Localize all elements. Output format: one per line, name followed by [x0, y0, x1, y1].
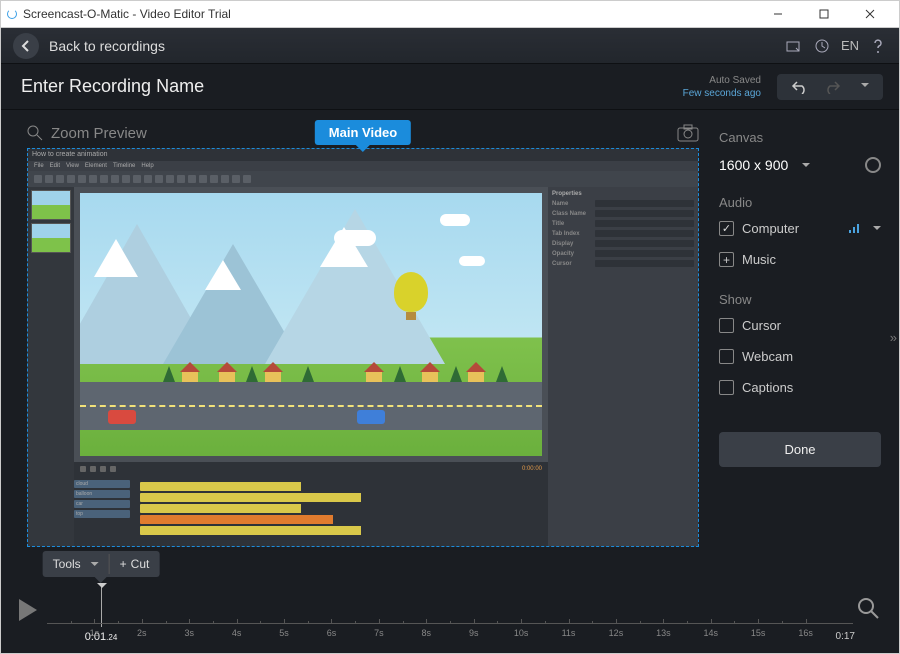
tick-label: 1s [90, 628, 100, 638]
undo-button[interactable] [791, 80, 809, 94]
show-captions-row[interactable]: Captions [719, 375, 881, 400]
audio-computer-label: Computer [742, 221, 799, 236]
manage-icon[interactable] [785, 39, 803, 53]
chevron-down-icon[interactable] [802, 163, 810, 171]
language-button[interactable]: EN [841, 38, 859, 53]
show-cursor-label: Cursor [742, 318, 781, 333]
audio-music-row[interactable]: Music [719, 247, 881, 272]
show-webcam-label: Webcam [742, 349, 793, 364]
chevron-down-icon[interactable] [873, 226, 881, 234]
show-captions-label: Captions [742, 380, 793, 395]
search-icon [27, 125, 43, 141]
back-label[interactable]: Back to recordings [49, 38, 165, 54]
history-icon[interactable] [813, 38, 831, 54]
canvas-size-dropdown[interactable]: 1600 x 900 [719, 157, 788, 173]
auto-saved-status: Auto Saved Few seconds ago [683, 74, 761, 100]
inner-timeline: cloudballooncartop [74, 476, 548, 546]
maximize-button[interactable] [801, 1, 847, 27]
tick-label: 2s [137, 628, 147, 638]
video-preview[interactable]: How to create animation FileEditViewElem… [27, 148, 699, 547]
tick-label: 8s [422, 628, 432, 638]
tick-label: 16s [798, 628, 813, 638]
checkbox-icon[interactable] [719, 349, 734, 364]
expand-panel-icon[interactable]: » [890, 330, 897, 345]
redo-button[interactable] [823, 80, 841, 94]
show-section-title: Show [719, 292, 881, 307]
history-dropdown[interactable] [861, 83, 869, 91]
tick-label: 14s [703, 628, 718, 638]
timeline-area: Tools +Cut 0:01.24 1s2s3s4s5s6s7s8s9s10s… [1, 553, 899, 653]
help-icon[interactable] [869, 38, 887, 54]
header: Auto Saved Few seconds ago [1, 64, 899, 110]
tick-label: 12s [609, 628, 624, 638]
canvas-shape-button[interactable] [865, 157, 881, 173]
end-time: 0:17 [836, 631, 855, 642]
preview-pane: Zoom Preview Main Video How to create an… [1, 110, 709, 553]
options-panel: Canvas 1600 x 900 Audio Computer Music S… [709, 110, 899, 553]
inner-app-toolbar [28, 171, 698, 187]
tick-label: 9s [469, 628, 479, 638]
zoom-icon[interactable] [857, 597, 879, 619]
show-cursor-row[interactable]: Cursor [719, 313, 881, 338]
show-webcam-row[interactable]: Webcam [719, 344, 881, 369]
tick-label: 13s [656, 628, 671, 638]
tick-label: 3s [184, 628, 194, 638]
timeline-ruler[interactable]: 1s 2s 3s 4s 5s 6s 7s 8s 9s 10s 11s 12s 13s 14s 15s 16s [47, 623, 853, 643]
auto-saved-label: Auto Saved [683, 74, 761, 87]
tick-label: 10s [514, 628, 529, 638]
chevron-down-icon [91, 562, 99, 570]
app-icon [7, 9, 17, 19]
zoom-preview-label[interactable]: Zoom Preview [51, 125, 147, 142]
recorded-content: How to create animation FileEditViewElem… [28, 149, 698, 546]
tick-label: 11s [562, 628, 576, 638]
tick-label: 15s [751, 628, 766, 638]
cut-button[interactable]: +Cut [110, 551, 160, 577]
plus-icon[interactable] [719, 252, 734, 267]
tick-label: 5s [279, 628, 289, 638]
done-button[interactable]: Done [719, 432, 881, 467]
recording-name-input[interactable] [21, 76, 321, 97]
tick-label: 6s [327, 628, 337, 638]
minimize-button[interactable] [755, 1, 801, 27]
inner-scenes-panel [28, 187, 74, 546]
inner-stage [80, 193, 542, 456]
tick-label: 4s [232, 628, 242, 638]
main-video-callout: Main Video [315, 120, 411, 145]
audio-computer-row[interactable]: Computer [719, 216, 881, 241]
checkbox-icon[interactable] [719, 318, 734, 333]
checkbox-icon[interactable] [719, 221, 734, 236]
snapshot-icon[interactable] [677, 124, 699, 142]
window-title: Screencast-O-Matic - Video Editor Trial [23, 7, 231, 21]
close-button[interactable] [847, 1, 893, 27]
play-button[interactable] [17, 597, 39, 623]
checkbox-icon[interactable] [719, 380, 734, 395]
topbar: Back to recordings EN [1, 28, 899, 64]
inner-playbar: 0:00:00 [74, 462, 548, 476]
audio-section-title: Audio [719, 195, 881, 210]
undo-redo-group [777, 74, 883, 100]
tools-popup: Tools +Cut [43, 551, 160, 577]
canvas-section-title: Canvas [719, 130, 881, 145]
app: Back to recordings EN Auto Saved Few sec… [0, 28, 900, 654]
auto-saved-time: Few seconds ago [683, 87, 761, 100]
tools-button[interactable]: Tools [43, 551, 109, 577]
inner-properties-panel: Properties Name Class Name Title Tab Ind… [548, 187, 698, 546]
audio-level-icon [849, 224, 859, 233]
window-titlebar: Screencast-O-Matic - Video Editor Trial [0, 0, 900, 28]
playhead[interactable] [101, 583, 102, 627]
audio-music-label: Music [742, 252, 776, 267]
inner-app-menu: FileEditViewElementTimelineHelp [28, 161, 698, 171]
back-button[interactable] [13, 33, 39, 59]
tick-label: 7s [374, 628, 384, 638]
